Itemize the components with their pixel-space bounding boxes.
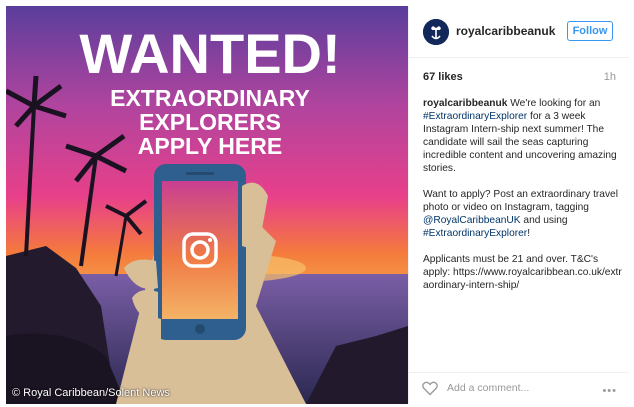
post-image-artwork: WANTED! EXTRAORDINARY EXPLORERS APPLY HE… bbox=[6, 6, 408, 404]
caption-paragraph-3: Applicants must be 21 and over. T&C's ap… bbox=[423, 253, 623, 292]
hashtag-link[interactable]: #ExtraordinaryExplorer bbox=[423, 111, 527, 122]
caption-paragraph-2: Want to apply? Post an extraordinary tra… bbox=[423, 188, 623, 240]
likes-count[interactable]: 67 likes bbox=[423, 71, 463, 83]
follow-button[interactable]: Follow bbox=[567, 21, 613, 41]
post-sidebar: royalcaribbeanuk Follow 67 likes 1h roya… bbox=[408, 6, 629, 404]
photo-credit: © Royal Caribbean/Solent News bbox=[12, 387, 170, 399]
post-timestamp[interactable]: 1h bbox=[604, 71, 616, 83]
add-comment-input[interactable]: Add a comment... bbox=[447, 382, 529, 394]
subline-3-text: APPLY HERE bbox=[138, 133, 282, 159]
mention-link[interactable]: @RoyalCaribbeanUK bbox=[423, 215, 521, 226]
caption-username[interactable]: royalcaribbeanuk bbox=[423, 98, 507, 109]
phone-screen bbox=[162, 181, 238, 319]
caption-text: ! bbox=[527, 228, 531, 239]
subline-1-text: EXTRAORDINARY bbox=[110, 85, 310, 111]
more-options-icon[interactable]: ••• bbox=[602, 385, 617, 397]
headline-text: WANTED! bbox=[79, 22, 340, 85]
hashtag-link[interactable]: #ExtraordinaryExplorer bbox=[423, 228, 527, 239]
post-footer: Add a comment... ••• bbox=[409, 372, 629, 404]
royal-caribbean-crown-anchor-icon[interactable] bbox=[423, 19, 449, 45]
caption-text: We're looking for an bbox=[510, 98, 601, 109]
heart-icon[interactable] bbox=[422, 381, 438, 396]
caption-text: and using bbox=[523, 215, 568, 226]
caption-text: Want to apply? Post an extraordinary tra… bbox=[423, 189, 618, 213]
caption-paragraph-1: royalcaribbeanuk We're looking for an #E… bbox=[423, 97, 623, 175]
instagram-post: WANTED! EXTRAORDINARY EXPLORERS APPLY HE… bbox=[0, 0, 634, 407]
post-caption: royalcaribbeanuk We're looking for an #E… bbox=[423, 97, 623, 305]
subline-2-text: EXPLORERS bbox=[139, 109, 281, 135]
post-header: royalcaribbeanuk Follow bbox=[409, 6, 629, 58]
post-image[interactable]: WANTED! EXTRAORDINARY EXPLORERS APPLY HE… bbox=[6, 6, 408, 404]
terms-url: https://www.royalcaribbean.co.uk/extraor… bbox=[423, 267, 622, 291]
username-link[interactable]: royalcaribbeanuk bbox=[456, 24, 555, 38]
